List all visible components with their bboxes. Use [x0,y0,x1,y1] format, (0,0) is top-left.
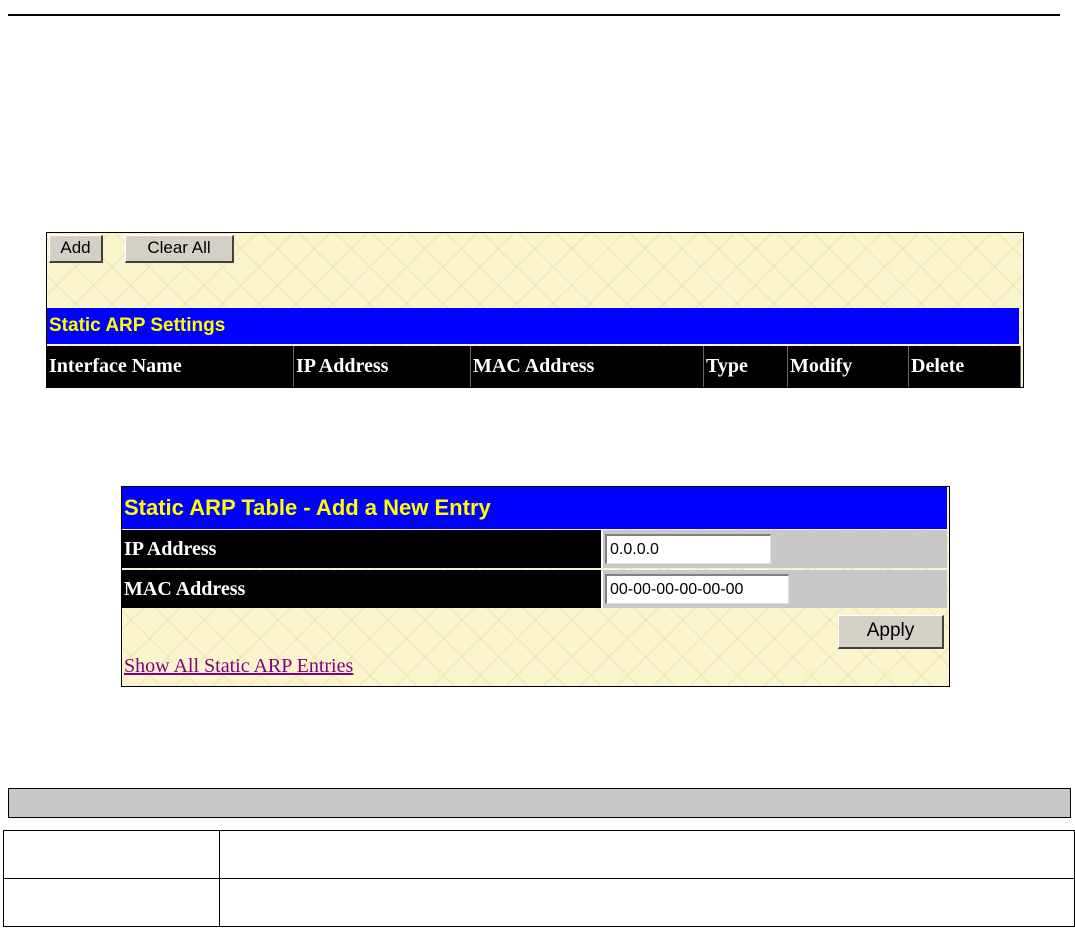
add-entry-panel: Static ARP Table - Add a New Entry IP Ad… [121,486,950,687]
table-row [3,830,1075,879]
column-header-modify: Modify [788,346,909,387]
static-arp-settings-title: Static ARP Settings [47,308,1019,344]
parameter-cell [3,830,220,879]
column-header-mac-address: MAC Address [471,346,704,387]
column-header-ip-address: IP Address [294,346,471,387]
show-all-static-arp-entries-link[interactable]: Show All Static ARP Entries [124,655,353,678]
clear-all-button[interactable]: Clear All [125,235,234,263]
mac-address-row: MAC Address [122,570,947,608]
mac-address-label: MAC Address [122,570,601,608]
mac-address-cell [601,570,947,608]
static-arp-settings-panel: Add Clear All Static ARP Settings Interf… [46,232,1024,388]
description-cell [219,878,1075,927]
column-header-delete: Delete [909,346,1021,387]
description-header-bar [8,788,1071,818]
ip-address-row: IP Address [122,530,947,568]
apply-button[interactable]: Apply [838,615,944,649]
column-header-type: Type [704,346,788,387]
parameter-cell [3,878,220,927]
static-arp-table-header: Interface Name IP Address MAC Address Ty… [47,346,1021,387]
column-header-interface-name: Interface Name [47,346,294,387]
table-row [3,878,1075,927]
ip-address-cell [601,530,947,568]
add-entry-title: Static ARP Table - Add a New Entry [122,487,947,529]
ip-address-input[interactable] [605,534,771,564]
top-rule [8,14,1060,16]
add-button[interactable]: Add [49,235,103,263]
description-cell [219,830,1075,879]
parameter-description-table [3,830,1075,927]
mac-address-input[interactable] [605,574,789,604]
ip-address-label: IP Address [122,530,601,568]
